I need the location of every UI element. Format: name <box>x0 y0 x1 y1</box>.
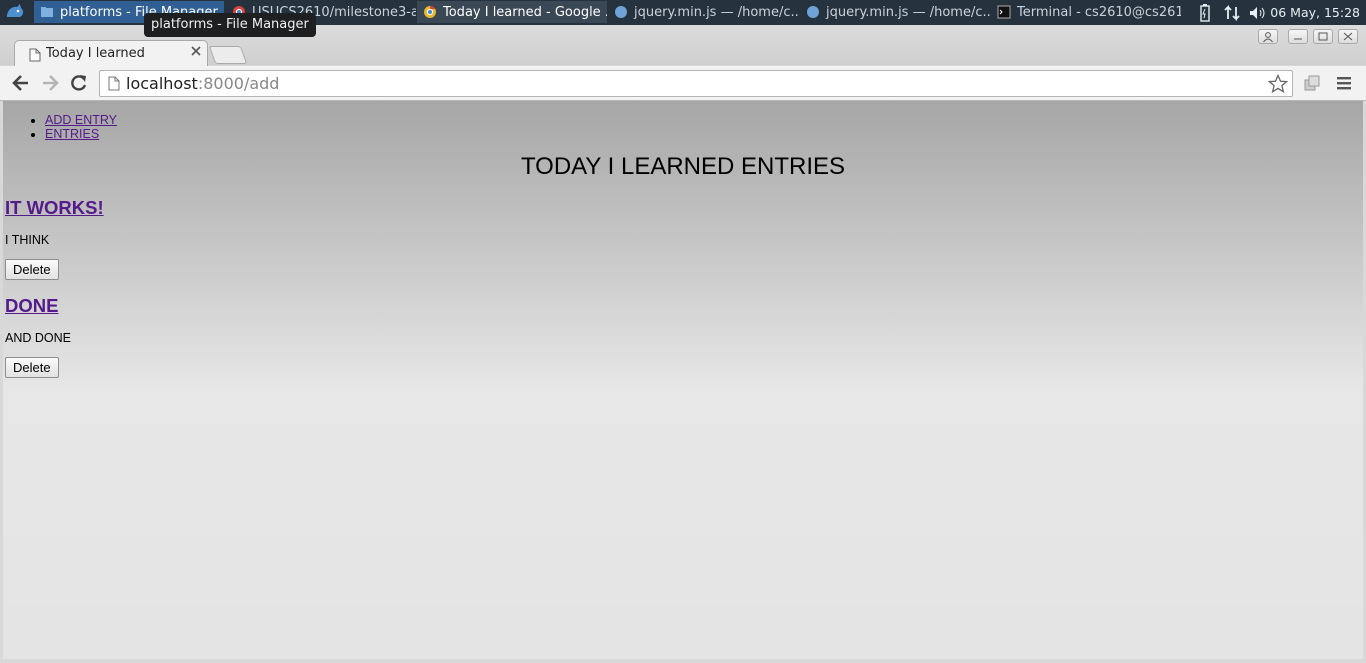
bookmark-star-icon[interactable] <box>1267 73 1289 98</box>
chrome-icon <box>423 5 437 19</box>
profile-button[interactable] <box>1258 29 1278 44</box>
entry-title-link[interactable]: DONE <box>5 295 58 317</box>
globe-icon <box>806 5 820 19</box>
task-tooltip: platforms - File Manager <box>144 13 316 37</box>
page-icon <box>29 47 41 66</box>
task-label: jquery.min.js — /home/c... <box>826 4 990 20</box>
tab-title: Today I learned <box>46 46 145 61</box>
person-icon <box>1263 32 1273 43</box>
minimize-button[interactable] <box>1288 29 1308 44</box>
address-bar[interactable]: localhost:8000/add <box>99 70 1293 97</box>
back-icon[interactable] <box>11 73 31 93</box>
nav-item: ADD ENTRY <box>45 113 117 127</box>
menu-icon[interactable] <box>1336 75 1352 95</box>
nav-list: ADD ENTRY ENTRIES <box>3 113 117 141</box>
page-viewport: ADD ENTRY ENTRIES TODAY I LEARNED ENTRIE… <box>3 101 1363 659</box>
task-label: Today I learned - Google ... <box>443 4 607 20</box>
task-jquery-1[interactable]: jquery.min.js — /home/c... <box>608 1 798 23</box>
entry-title-link[interactable]: IT WORKS! <box>5 197 104 219</box>
terminal-icon <box>997 5 1011 19</box>
delete-button[interactable]: Delete <box>5 357 59 378</box>
entry-body: I THINK <box>5 233 50 247</box>
entry-body: AND DONE <box>5 331 71 345</box>
url-host: localhost <box>126 74 198 93</box>
tab-close-icon[interactable] <box>191 45 201 60</box>
maximize-icon <box>1318 32 1328 41</box>
page-icon <box>108 76 120 95</box>
task-label: Terminal - cs2610@cs261... <box>1017 4 1181 20</box>
battery-icon[interactable] <box>1199 0 1211 25</box>
entries-link[interactable]: ENTRIES <box>45 127 99 141</box>
delete-button[interactable]: Delete <box>5 259 59 280</box>
forward-icon[interactable] <box>40 73 60 93</box>
task-label: jquery.min.js — /home/c... <box>634 4 798 20</box>
minimize-icon <box>1294 38 1302 40</box>
new-tab-button[interactable] <box>208 46 248 64</box>
xfce-menu-icon[interactable] <box>4 3 26 21</box>
volume-icon[interactable] <box>1248 0 1268 25</box>
browser-tab[interactable]: Today I learned <box>14 40 208 67</box>
maximize-button[interactable] <box>1313 29 1333 44</box>
task-jquery-2[interactable]: jquery.min.js — /home/c... <box>800 1 990 23</box>
nav-item: ENTRIES <box>45 127 117 141</box>
clock[interactable]: 06 May, 15:28 <box>1270 0 1360 25</box>
add-entry-link[interactable]: ADD ENTRY <box>45 113 117 127</box>
globe-icon <box>614 5 628 19</box>
task-chrome-til[interactable]: Today I learned - Google ... <box>417 1 607 23</box>
task-terminal[interactable]: Terminal - cs2610@cs261... <box>991 1 1181 23</box>
page-title: TODAY I LEARNED ENTRIES <box>520 153 846 180</box>
url-path: :8000/add <box>197 74 280 93</box>
url-text[interactable]: localhost:8000/add <box>126 74 279 93</box>
folder-icon <box>40 5 54 19</box>
reload-icon[interactable] <box>69 73 89 93</box>
extension-icon[interactable] <box>1303 74 1321 96</box>
network-icon[interactable] <box>1222 0 1242 25</box>
close-window-button[interactable] <box>1338 29 1358 44</box>
close-icon <box>1343 32 1353 41</box>
